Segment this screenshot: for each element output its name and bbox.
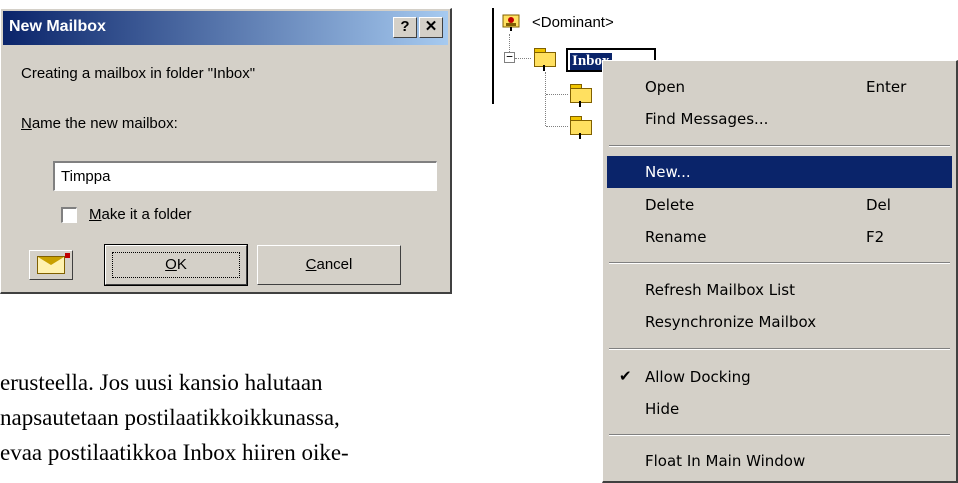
menu-item-label: Refresh Mailbox List [645,281,795,299]
new-mailbox-dialog: New Mailbox ? ✕ Creating a mailbox in fo… [0,8,452,294]
cancel-button-rest: ancel [316,256,353,273]
ok-button[interactable]: OK [104,244,248,286]
paragraph-line-1: erusteella. Jos uusi kansio halutaan [0,370,323,395]
paragraph-line-3: evaa postilaatikkoa Inbox hiiren oike- [0,440,349,465]
tree-connector [515,58,531,59]
menu-item-shortcut: Del [866,196,891,214]
mailbox-context-menu: Open Enter Find Messages... New... Delet… [602,60,958,483]
make-folder-label[interactable]: Make it a folder [89,206,192,223]
menu-item-label: Float In Main Window [645,452,806,470]
mailbox-name-label: Name the new mailbox: [21,115,178,132]
dialog-title: New Mailbox [9,18,106,35]
cancel-button-accel: C [305,256,317,273]
checkmark-icon: ✔ [619,367,632,385]
menu-item-open[interactable]: Open Enter [607,71,952,103]
menu-item-label: Open [645,78,686,96]
subfolder-icon[interactable] [570,116,592,139]
tree-connector [546,126,568,127]
menu-separator [609,348,950,350]
menu-item-label: New... [645,163,691,181]
menu-item-allow-docking[interactable]: ✔ Allow Docking [607,361,952,393]
menu-separator [609,434,950,436]
dialog-info-text: Creating a mailbox in folder "Inbox" [21,65,256,82]
close-button[interactable]: ✕ [419,17,443,38]
menu-item-rename[interactable]: Rename F2 [607,221,952,253]
menu-item-hide[interactable]: Hide [607,393,952,425]
menu-item-resynchronize-mailbox[interactable]: Resynchronize Mailbox [607,306,952,338]
tree-collapse-icon[interactable]: − [504,51,515,63]
dominant-server-icon [502,14,520,31]
menu-item-shortcut: Enter [866,78,907,96]
menu-item-label: Allow Docking [645,368,751,386]
menu-separator [609,145,950,147]
menu-item-label: Resynchronize Mailbox [645,313,817,331]
menu-item-find-messages[interactable]: Find Messages... [607,103,952,135]
make-folder-label-rest: ake it a folder [101,206,192,223]
menu-item-new[interactable]: New... [607,156,952,188]
mailbox-name-label-accel: N [21,115,32,132]
make-folder-label-accel: M [89,206,102,223]
cancel-button[interactable]: Cancel [257,245,401,285]
mail-envelope-icon [29,250,73,280]
document-paragraph: erusteella. Jos uusi kansio halutaan naps… [0,365,590,470]
menu-item-label: Delete [645,196,695,214]
tree-connector [545,72,546,126]
menu-separator [609,262,950,264]
subfolder-icon[interactable] [570,84,592,107]
menu-item-refresh-mailbox-list[interactable]: Refresh Mailbox List [607,274,952,306]
menu-item-shortcut: F2 [866,228,885,246]
mailbox-name-input[interactable] [53,161,437,191]
make-folder-checkbox[interactable] [61,207,77,223]
help-button[interactable]: ? [393,17,417,38]
menu-item-label: Find Messages... [645,110,769,128]
menu-item-float-in-main-window[interactable]: Float In Main Window [607,445,952,477]
tree-connector [546,94,568,95]
tree-pane-border [492,8,494,104]
tree-root-label[interactable]: <Dominant> [532,14,614,31]
menu-item-delete[interactable]: Delete Del [607,189,952,221]
dialog-titlebar[interactable]: New Mailbox ? ✕ [3,11,448,45]
mailbox-name-label-rest: ame the new mailbox: [31,115,178,132]
menu-item-label: Hide [645,400,680,418]
inbox-folder-icon [534,48,556,71]
menu-item-label: Rename [645,228,707,246]
paragraph-line-2: napsautetaan postilaatikkoikkunassa, [0,405,340,430]
